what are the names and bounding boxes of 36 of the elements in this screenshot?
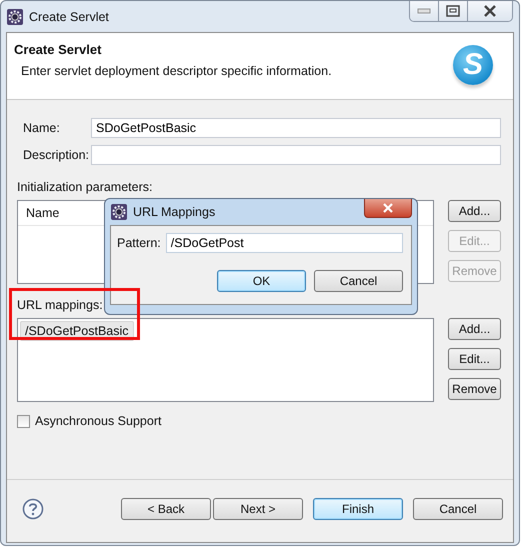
page-description: Enter servlet deployment descriptor specific information.	[20, 64, 332, 78]
input-field[interactable]	[91, 145, 501, 165]
dialog-button[interactable]: Finish	[313, 498, 403, 520]
dialog-button[interactable]: Cancel	[413, 498, 503, 520]
page-title: Create Servlet	[14, 42, 102, 57]
section-label: Initialization parameters:	[17, 180, 154, 194]
close-icon	[382, 203, 394, 213]
side-button[interactable]: Edit...	[448, 348, 501, 370]
maximize-button[interactable]	[439, 1, 468, 21]
dialog-button[interactable]: Next >	[213, 498, 303, 520]
side-button[interactable]: Remove	[448, 378, 501, 400]
dialog-button[interactable]: Cancel	[314, 270, 403, 292]
help-icon[interactable]	[22, 498, 44, 520]
field-label: Description:	[23, 148, 90, 162]
section-label: URL mappings:	[17, 298, 104, 312]
dialog-button[interactable]: OK	[217, 270, 306, 292]
input-field[interactable]: /SDoGetPost	[166, 233, 403, 253]
gear-icon	[7, 8, 23, 24]
field-label: Name:	[23, 121, 61, 135]
close-icon	[483, 5, 497, 17]
side-button[interactable]: Add...	[448, 200, 501, 222]
checkbox[interactable]	[17, 414, 30, 428]
field-label: Pattern:	[117, 236, 161, 250]
column-header[interactable]: Name	[18, 206, 60, 220]
input-field[interactable]: SDoGetPostBasic	[91, 118, 501, 138]
close-button[interactable]	[364, 199, 412, 218]
dialog-button[interactable]: < Back	[121, 498, 211, 520]
logo-icon: S	[453, 45, 493, 85]
checkbox-label: Asynchronous Support	[35, 414, 162, 428]
minimize-icon	[417, 8, 431, 14]
window-title: Create Servlet	[29, 10, 109, 24]
close-button[interactable]	[468, 1, 512, 21]
dialog-title: URL Mappings	[133, 205, 216, 219]
maximize-icon	[446, 5, 460, 17]
side-button[interactable]: Add...	[448, 318, 501, 340]
gear-icon	[111, 204, 127, 220]
